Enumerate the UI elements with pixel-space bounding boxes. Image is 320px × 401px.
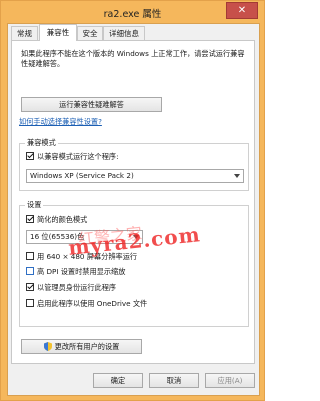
change-all-users-label: 更改所有用户的设置 bbox=[54, 342, 120, 351]
change-all-users-button[interactable]: 更改所有用户的设置 bbox=[21, 339, 142, 354]
high-dpi-row[interactable]: 高 DPI 设置时禁用显示缩放 bbox=[26, 266, 125, 277]
title-bar[interactable]: ra2.exe 属性 ✕ bbox=[1, 1, 264, 23]
shield-icon bbox=[43, 341, 52, 351]
compat-mode-checkbox[interactable] bbox=[26, 152, 34, 160]
tab-general[interactable]: 常规 bbox=[11, 26, 38, 40]
reduced-color-checkbox[interactable] bbox=[26, 215, 34, 223]
res640-checkbox[interactable] bbox=[26, 252, 34, 260]
compatibility-panel: 如果此程序不能在这个版本的 Windows 上正常工作，请尝试运行兼容性疑难解答… bbox=[11, 40, 255, 364]
compat-os-select[interactable]: Windows XP (Service Pack 2) bbox=[26, 169, 244, 183]
dialog-client: 常规 兼容性 安全 详细信息 如果此程序不能在这个版本的 Windows 上正常… bbox=[7, 23, 260, 396]
manual-settings-link[interactable]: 如何手动选择兼容性设置? bbox=[19, 117, 102, 127]
onedrive-row[interactable]: 启用此程序以使用 OneDrive 文件 bbox=[26, 298, 147, 309]
compat-mode-label: 以兼容模式运行这个程序: bbox=[37, 152, 119, 161]
compat-mode-row[interactable]: 以兼容模式运行这个程序: bbox=[26, 151, 119, 162]
run-as-admin-label: 以管理员身份运行此程序 bbox=[37, 283, 117, 292]
tab-strip: 常规 兼容性 安全 详细信息 bbox=[8, 24, 259, 41]
run-as-admin-row[interactable]: 以管理员身份运行此程序 bbox=[26, 282, 116, 293]
compat-mode-group: 兼容模式 以兼容模式运行这个程序: Windows XP (Service Pa… bbox=[19, 138, 249, 191]
onedrive-label: 启用此程序以使用 OneDrive 文件 bbox=[37, 299, 148, 308]
close-button[interactable]: ✕ bbox=[226, 2, 258, 19]
compat-os-value: Windows XP (Service Pack 2) bbox=[30, 171, 134, 180]
reduced-color-label: 简化的颜色模式 bbox=[37, 215, 88, 224]
properties-window: ra2.exe 属性 ✕ 常规 兼容性 安全 详细信息 如果此程序不能在这个版本… bbox=[0, 0, 265, 401]
tab-security[interactable]: 安全 bbox=[77, 26, 103, 40]
window-title: ra2.exe 属性 bbox=[103, 9, 162, 20]
intro-text: 如果此程序不能在这个版本的 Windows 上正常工作，请尝试运行兼容性疑难解答… bbox=[21, 49, 245, 68]
chevron-down-icon bbox=[234, 174, 240, 178]
tab-details[interactable]: 详细信息 bbox=[103, 26, 145, 40]
tab-compatibility[interactable]: 兼容性 bbox=[39, 24, 77, 41]
reduced-color-row[interactable]: 简化的颜色模式 bbox=[26, 214, 87, 225]
cancel-button[interactable]: 取消 bbox=[149, 373, 199, 388]
ok-button[interactable]: 确定 bbox=[93, 373, 143, 388]
settings-group-title: 设置 bbox=[25, 200, 44, 210]
compat-mode-group-title: 兼容模式 bbox=[25, 138, 58, 148]
high-dpi-label: 高 DPI 设置时禁用显示缩放 bbox=[37, 267, 126, 276]
run-troubleshooter-button[interactable]: 运行兼容性疑难解答 bbox=[21, 97, 162, 112]
apply-button[interactable]: 应用(A) bbox=[205, 373, 255, 388]
high-dpi-checkbox[interactable] bbox=[26, 267, 34, 275]
onedrive-checkbox[interactable] bbox=[26, 299, 34, 307]
run-as-admin-checkbox[interactable] bbox=[26, 283, 34, 291]
